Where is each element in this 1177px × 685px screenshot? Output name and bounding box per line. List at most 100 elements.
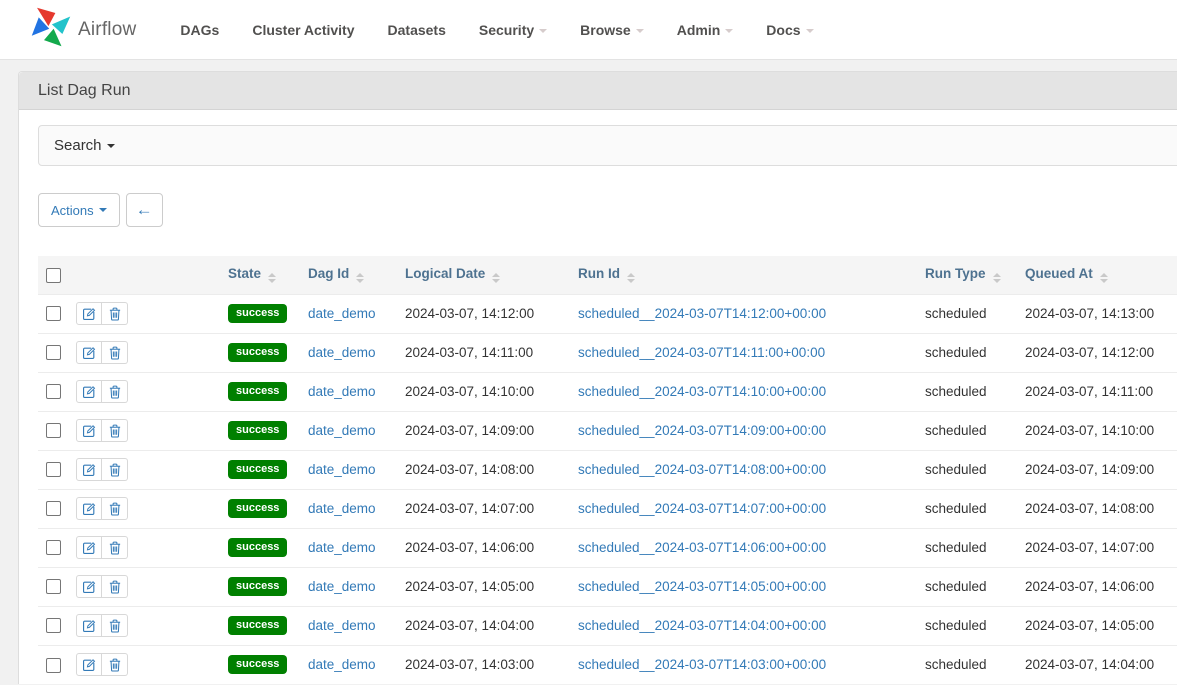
- run-id-link[interactable]: scheduled__2024-03-07T14:05:00+00:00: [578, 579, 826, 594]
- run-id-link[interactable]: scheduled__2024-03-07T14:06:00+00:00: [578, 540, 826, 555]
- edit-record-button[interactable]: [76, 497, 102, 520]
- run-id-link[interactable]: scheduled__2024-03-07T14:03:00+00:00: [578, 657, 826, 672]
- edit-record-button[interactable]: [76, 419, 102, 442]
- list-dag-run-panel: List Dag Run Search Actions ←: [18, 71, 1177, 684]
- table-row: success date_demo 2024-03-07, 14:08:00 s…: [38, 450, 1177, 489]
- delete-record-button[interactable]: [102, 497, 128, 520]
- chevron-down-icon: [636, 29, 644, 33]
- row-actions: [76, 302, 128, 325]
- nav-item-browse[interactable]: Browse: [580, 22, 644, 38]
- edit-record-button[interactable]: [76, 653, 102, 676]
- nav-item-cluster-activity[interactable]: Cluster Activity: [252, 22, 354, 38]
- dag-id-link[interactable]: date_demo: [308, 462, 376, 477]
- column-header-state[interactable]: State: [228, 256, 308, 294]
- row-checkbox[interactable]: [46, 345, 61, 360]
- edit-record-button[interactable]: [76, 380, 102, 403]
- run-id-link[interactable]: scheduled__2024-03-07T14:04:00+00:00: [578, 618, 826, 633]
- edit-record-button[interactable]: [76, 575, 102, 598]
- run-type-value: scheduled: [925, 384, 987, 399]
- run-id-link[interactable]: scheduled__2024-03-07T14:08:00+00:00: [578, 462, 826, 477]
- dag-id-link[interactable]: date_demo: [308, 423, 376, 438]
- dag-id-link[interactable]: date_demo: [308, 657, 376, 672]
- delete-record-button[interactable]: [102, 302, 128, 325]
- run-id-link[interactable]: scheduled__2024-03-07T14:10:00+00:00: [578, 384, 826, 399]
- delete-record-button[interactable]: [102, 575, 128, 598]
- logical-date-value: 2024-03-07, 14:08:00: [405, 462, 534, 477]
- dag-id-link[interactable]: date_demo: [308, 540, 376, 555]
- queued-at-value: 2024-03-07, 14:13:00: [1025, 306, 1154, 321]
- sort-icon: [356, 273, 364, 283]
- row-actions: [76, 497, 128, 520]
- row-checkbox[interactable]: [46, 579, 61, 594]
- column-header-run-id[interactable]: Run Id: [578, 256, 925, 294]
- search-collapse-toggle[interactable]: Search: [38, 125, 1177, 166]
- dag-id-link[interactable]: date_demo: [308, 345, 376, 360]
- chevron-down-icon: [725, 29, 733, 33]
- back-button[interactable]: ←: [126, 193, 163, 227]
- delete-record-button[interactable]: [102, 614, 128, 637]
- toolbar: Actions ←: [38, 193, 1177, 227]
- column-header-queued-at[interactable]: Queued At: [1025, 256, 1177, 294]
- edit-icon: [82, 658, 96, 672]
- edit-icon: [82, 619, 96, 633]
- edit-record-button[interactable]: [76, 614, 102, 637]
- trash-icon: [109, 619, 121, 633]
- table-row: success date_demo 2024-03-07, 14:07:00 s…: [38, 489, 1177, 528]
- column-header-logical-date[interactable]: Logical Date: [405, 256, 578, 294]
- row-checkbox[interactable]: [46, 658, 61, 673]
- row-actions: [76, 380, 128, 403]
- row-checkbox[interactable]: [46, 618, 61, 633]
- nav-items: DAGs Cluster Activity Datasets Security …: [180, 22, 813, 38]
- row-checkbox[interactable]: [46, 501, 61, 516]
- logical-date-value: 2024-03-07, 14:07:00: [405, 501, 534, 516]
- edit-record-button[interactable]: [76, 458, 102, 481]
- delete-record-button[interactable]: [102, 536, 128, 559]
- dag-id-link[interactable]: date_demo: [308, 384, 376, 399]
- run-type-value: scheduled: [925, 540, 987, 555]
- edit-record-button[interactable]: [76, 536, 102, 559]
- edit-record-button[interactable]: [76, 302, 102, 325]
- status-badge: success: [228, 616, 287, 635]
- edit-icon: [82, 307, 96, 321]
- run-id-link[interactable]: scheduled__2024-03-07T14:09:00+00:00: [578, 423, 826, 438]
- row-checkbox[interactable]: [46, 540, 61, 555]
- row-checkbox[interactable]: [46, 423, 61, 438]
- edit-record-button[interactable]: [76, 341, 102, 364]
- delete-record-button[interactable]: [102, 341, 128, 364]
- airflow-brand[interactable]: Airflow: [30, 5, 136, 54]
- search-label: Search: [54, 137, 102, 154]
- nav-item-dags[interactable]: DAGs: [180, 22, 219, 38]
- logical-date-value: 2024-03-07, 14:05:00: [405, 579, 534, 594]
- delete-record-button[interactable]: [102, 458, 128, 481]
- nav-item-security[interactable]: Security: [479, 22, 547, 38]
- column-header-dag-id[interactable]: Dag Id: [308, 256, 405, 294]
- nav-item-datasets[interactable]: Datasets: [388, 22, 446, 38]
- chevron-down-icon: [806, 29, 814, 33]
- dag-id-link[interactable]: date_demo: [308, 618, 376, 633]
- run-id-link[interactable]: scheduled__2024-03-07T14:11:00+00:00: [578, 345, 825, 360]
- row-checkbox[interactable]: [46, 462, 61, 477]
- sort-icon: [268, 273, 276, 283]
- delete-record-button[interactable]: [102, 653, 128, 676]
- actions-column-header: [76, 256, 228, 294]
- dag-id-link[interactable]: date_demo: [308, 306, 376, 321]
- nav-item-docs[interactable]: Docs: [766, 22, 813, 38]
- queued-at-value: 2024-03-07, 14:11:00: [1025, 384, 1153, 399]
- run-type-value: scheduled: [925, 423, 987, 438]
- run-id-link[interactable]: scheduled__2024-03-07T14:12:00+00:00: [578, 306, 826, 321]
- dag-id-link[interactable]: date_demo: [308, 501, 376, 516]
- delete-record-button[interactable]: [102, 419, 128, 442]
- sort-icon: [492, 273, 500, 283]
- status-badge: success: [228, 421, 287, 440]
- row-checkbox[interactable]: [46, 384, 61, 399]
- row-checkbox[interactable]: [46, 306, 61, 321]
- table-row: success date_demo 2024-03-07, 14:06:00 s…: [38, 528, 1177, 567]
- actions-dropdown-button[interactable]: Actions: [38, 193, 120, 227]
- select-all-checkbox[interactable]: [46, 268, 61, 283]
- dag-id-link[interactable]: date_demo: [308, 579, 376, 594]
- delete-record-button[interactable]: [102, 380, 128, 403]
- run-id-link[interactable]: scheduled__2024-03-07T14:07:00+00:00: [578, 501, 826, 516]
- status-badge: success: [228, 460, 287, 479]
- nav-item-admin[interactable]: Admin: [677, 22, 734, 38]
- column-header-run-type[interactable]: Run Type: [925, 256, 1025, 294]
